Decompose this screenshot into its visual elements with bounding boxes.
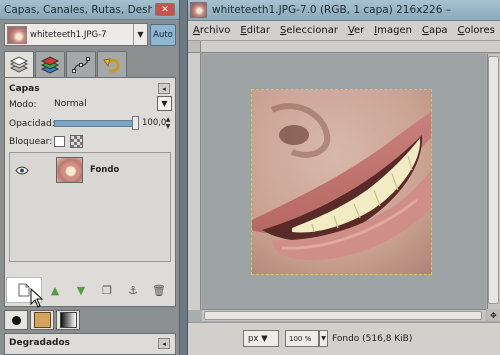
tab-paths[interactable] [66, 51, 96, 77]
menu-seleccionar[interactable]: Seleccionar [275, 25, 343, 36]
pattern-swatch [33, 312, 51, 328]
dock-tabs [4, 51, 128, 78]
opacity-slider-handle[interactable] [132, 116, 139, 130]
spin-arrows-icon[interactable]: ▲ ▼ [164, 116, 172, 130]
layers-icon [9, 56, 29, 73]
unit-select[interactable]: px ▼ [243, 330, 279, 347]
tab-undo[interactable] [97, 51, 127, 77]
opacity-value[interactable]: 100,0 [142, 118, 166, 128]
menu-colores[interactable]: Colores [453, 25, 500, 36]
zoom-field[interactable]: 100 % [285, 330, 319, 347]
layers-list: Fondo [9, 152, 171, 262]
menu-imagen[interactable]: Imagen [369, 25, 417, 36]
image-window-title: whiteteeth1.JPG-7.0 (RGB, 1 capa) 216x22… [212, 4, 452, 16]
horizontal-ruler[interactable] [188, 41, 500, 53]
layer-row[interactable]: Fondo [10, 153, 170, 187]
brush-pattern-gradient-row [4, 310, 82, 330]
navigate-icon[interactable]: ✥ [487, 309, 500, 321]
brush-selector[interactable] [4, 310, 28, 330]
close-icon[interactable]: ✕ [155, 3, 175, 16]
tab-channels[interactable] [35, 51, 65, 77]
eye-icon[interactable] [10, 166, 34, 175]
raise-layer-button[interactable]: ▲ [42, 280, 68, 300]
paths-icon [72, 56, 90, 73]
duplicate-layer-button[interactable]: ❐ [94, 280, 120, 300]
lock-label: Bloquear: [9, 137, 53, 147]
delete-layer-button[interactable]: 🗑 [146, 280, 172, 300]
gradient-swatch [59, 312, 77, 328]
image-window-titlebar[interactable]: whiteteeth1.JPG-7.0 (RGB, 1 capa) 216x22… [188, 0, 500, 21]
mode-label: Modo: [9, 100, 37, 110]
image-canvas[interactable] [251, 89, 432, 275]
vertical-ruler[interactable] [188, 53, 201, 310]
gradients-panel: Degradados ◂ [4, 333, 176, 355]
image-window: whiteteeth1.JPG-7.0 (RGB, 1 capa) 216x22… [187, 0, 500, 355]
dock-title: Capas, Canales, Rutas, Deshacer ... [4, 3, 152, 16]
layers-dock: Capas, Canales, Rutas, Deshacer ... ✕ wh… [0, 0, 180, 355]
chevron-down-icon[interactable]: ▼ [133, 24, 147, 45]
smile-photo [252, 90, 431, 274]
opacity-label: Opacidad: [9, 119, 55, 129]
horizontal-scrollbar-thumb[interactable] [204, 311, 482, 320]
image-selector[interactable]: whiteteeth1.JPG-7 ▼ [4, 23, 148, 46]
arrow-down-icon: ▼ [76, 283, 86, 297]
vertical-scrollbar-thumb[interactable] [488, 56, 499, 304]
ruler-corner[interactable] [188, 41, 201, 53]
anchor-layer-button[interactable]: ⚓ [120, 280, 146, 300]
menu-archivo[interactable]: Archivo [188, 25, 235, 36]
panel-heading: Capas [9, 84, 40, 94]
unit-value: px [248, 333, 259, 344]
duplicate-icon: ❐ [102, 283, 112, 297]
lock-pixels-checkbox[interactable] [54, 136, 65, 147]
mouse-cursor-icon [30, 288, 44, 308]
lower-layer-button[interactable]: ▼ [68, 280, 94, 300]
layer-name: Fondo [90, 165, 120, 175]
pattern-selector[interactable] [30, 310, 54, 330]
opacity-slider[interactable] [54, 120, 139, 127]
status-info: Fondo (516,8 KiB) [332, 334, 413, 344]
menu-editar[interactable]: Editar [235, 25, 275, 36]
lock-alpha-icon[interactable] [70, 135, 83, 148]
mode-select[interactable]: Normal [54, 99, 87, 109]
channels-icon [40, 55, 60, 74]
undo-icon [103, 57, 120, 72]
image-thumbnail [7, 25, 27, 44]
zoom-value: 100 % [289, 334, 312, 343]
menubar: Archivo Editar Seleccionar Ver Imagen Ca… [188, 21, 500, 41]
trash-icon: 🗑 [152, 283, 166, 297]
image-window-icon [190, 2, 207, 18]
chevron-down-icon[interactable]: ▼ [157, 96, 172, 111]
menu-capa[interactable]: Capa [417, 25, 453, 36]
new-document-icon [18, 283, 30, 297]
layer-thumbnail [56, 157, 83, 183]
arrow-up-icon: ▲ [50, 283, 60, 297]
panel-menu-icon[interactable]: ◂ [158, 83, 170, 94]
tab-layers[interactable] [4, 51, 34, 78]
status-bar: px ▼ 100 % ▼ Fondo (516,8 KiB) [188, 322, 500, 355]
layers-panel: Capas ◂ Modo: Normal ▼ Opacidad: 100,0 ▲… [4, 77, 176, 307]
gradients-heading: Degradados [9, 338, 71, 348]
chevron-down-icon[interactable]: ▼ [319, 330, 328, 347]
brush-dot-icon [11, 315, 21, 325]
anchor-icon: ⚓ [128, 283, 138, 297]
gradient-selector[interactable] [56, 310, 80, 330]
image-selector-label: whiteteeth1.JPG-7 [30, 29, 107, 40]
menu-ver[interactable]: Ver [343, 25, 369, 36]
panel-menu-icon[interactable]: ◂ [158, 338, 170, 349]
auto-button[interactable]: Auto [150, 24, 176, 46]
dock-titlebar[interactable]: Capas, Canales, Rutas, Deshacer ... ✕ [0, 0, 179, 20]
